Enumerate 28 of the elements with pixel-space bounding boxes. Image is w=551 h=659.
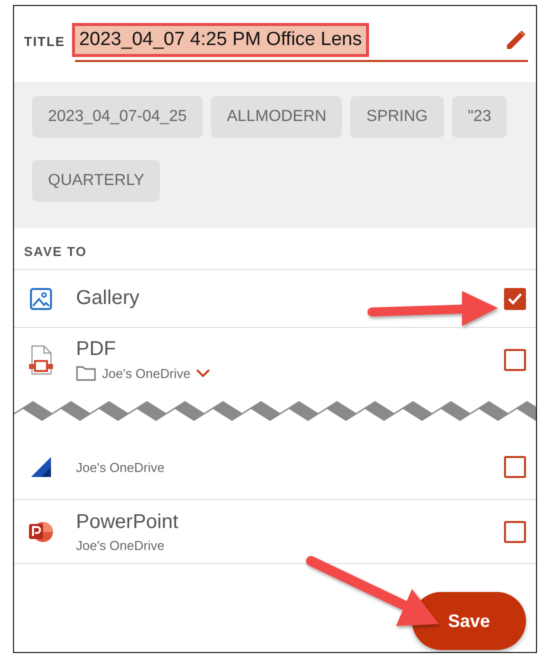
tag-chip[interactable]: "23 <box>452 96 508 138</box>
highlighted-title-text: 2023_04_07 4:25 PM Office Lens <box>75 26 366 54</box>
destination-name: Gallery <box>76 287 140 310</box>
location-text: Joe's OneDrive <box>102 366 190 380</box>
checkmark-icon <box>508 292 522 304</box>
location-text: Joe's OneDrive <box>76 538 164 552</box>
edit-pencil-icon[interactable] <box>504 28 528 52</box>
tag-chip[interactable]: 2023_04_07-04_25 <box>32 96 203 138</box>
title-label: TITLE <box>24 34 66 48</box>
powerpoint-icon <box>28 520 54 544</box>
folder-icon <box>76 365 96 381</box>
tag-chip[interactable]: QUARTERLY <box>32 160 160 202</box>
checkbox[interactable] <box>504 348 526 370</box>
pdf-file-icon <box>28 344 54 374</box>
save-to-heading: SAVE TO <box>23 243 88 261</box>
tag-chip[interactable]: ALLMODERN <box>210 96 342 138</box>
checkbox[interactable] <box>504 520 526 542</box>
image-icon <box>29 286 53 310</box>
checkbox[interactable] <box>504 456 526 478</box>
save-button[interactable]: Save <box>412 592 526 650</box>
caret-icon[interactable] <box>196 368 210 378</box>
triangle-app-icon <box>29 455 53 479</box>
destination-name: PDF <box>76 338 116 361</box>
title-field[interactable]: 2023_04_07 4:25 PM Office Lens <box>75 20 528 62</box>
destination-name: PowerPoint <box>76 510 178 534</box>
checkbox[interactable] <box>504 288 526 310</box>
tag-chip[interactable]: SPRING <box>350 96 444 138</box>
location-text: Joe's OneDrive <box>76 460 164 474</box>
